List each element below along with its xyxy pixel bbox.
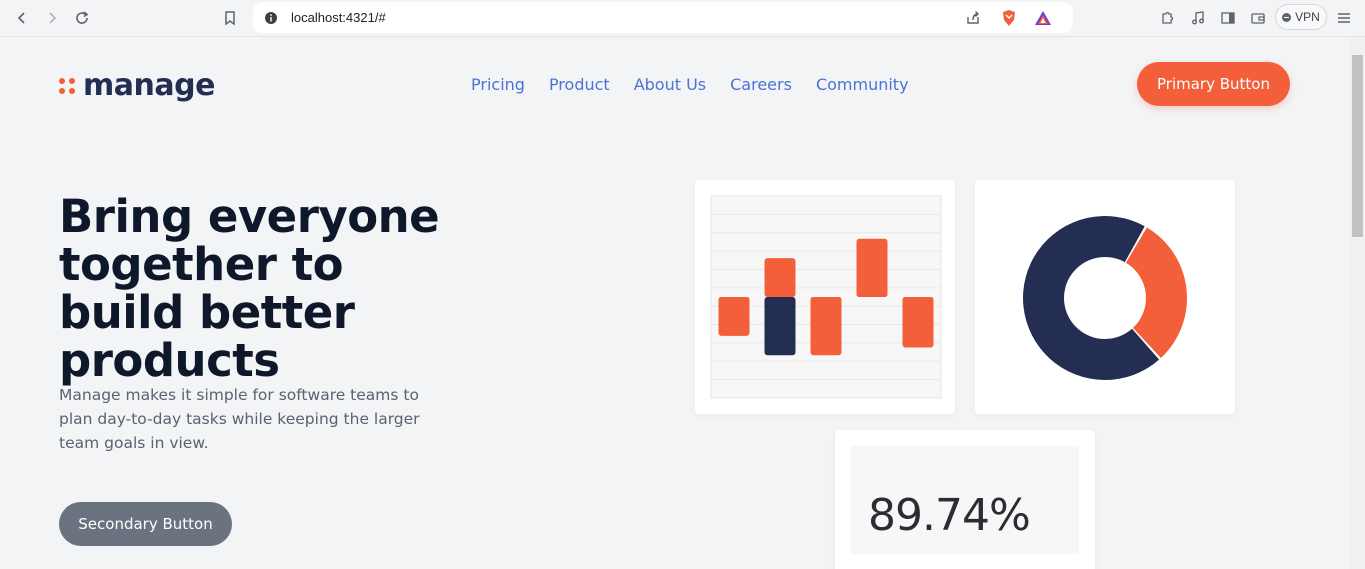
main-nav: Pricing Product About Us Careers Communi… <box>471 75 909 94</box>
nav-link-product[interactable]: Product <box>549 75 610 94</box>
address-bar[interactable]: localhost:4321/# <box>253 2 1073 33</box>
nav-link-about-us[interactable]: About Us <box>634 75 706 94</box>
donut-slice-1 <box>1023 216 1160 380</box>
stat-value: 89.74% <box>868 490 1031 541</box>
bookmark-icon[interactable] <box>218 6 242 30</box>
bar-chart <box>710 195 942 399</box>
url-text: localhost:4321/# <box>291 10 386 25</box>
hero-description: Manage makes it simple for software team… <box>59 386 420 452</box>
logo-mark-icon <box>59 77 75 94</box>
brave-rewards-icon[interactable] <box>1033 8 1053 28</box>
site-info-icon[interactable] <box>261 8 281 28</box>
donut-chart <box>1023 216 1187 380</box>
media-icon[interactable] <box>1186 6 1210 30</box>
stat-panel: 89.74% <box>851 446 1079 554</box>
donut-chart-card <box>975 180 1235 414</box>
share-icon[interactable] <box>963 8 983 28</box>
forward-icon[interactable] <box>40 6 64 30</box>
brave-shield-icon[interactable] <box>999 8 1019 28</box>
nav-link-careers[interactable]: Careers <box>730 75 792 94</box>
bar-chart-card <box>695 180 955 414</box>
vpn-button[interactable]: VPN <box>1275 4 1327 30</box>
page-scrollbar[interactable] <box>1350 38 1365 569</box>
logo-text: manage <box>83 68 215 103</box>
vpn-status-icon <box>1282 12 1292 22</box>
primary-button[interactable]: Primary Button <box>1137 62 1290 106</box>
stat-card: 89.74% <box>835 430 1095 569</box>
hero-title: Bring everyone together to build better … <box>59 190 440 387</box>
bar-2-series-1 <box>764 297 796 356</box>
site-logo[interactable]: manage <box>59 68 215 103</box>
nav-link-community[interactable]: Community <box>816 75 909 94</box>
vpn-label: VPN <box>1295 10 1320 24</box>
browser-toolbar: localhost:4321/# VPN <box>0 0 1365 37</box>
secondary-button[interactable]: Secondary Button <box>59 502 232 546</box>
reload-icon[interactable] <box>70 6 94 30</box>
back-icon[interactable] <box>10 6 34 30</box>
wallet-icon[interactable] <box>1246 6 1270 30</box>
bar-5-series-0 <box>902 297 934 348</box>
scrollbar-thumb[interactable] <box>1352 55 1363 237</box>
bar-4-series-0 <box>856 238 888 297</box>
nav-link-pricing[interactable]: Pricing <box>471 75 525 94</box>
bar-3-series-0 <box>810 297 842 356</box>
bar-1-series-0 <box>718 297 750 336</box>
sidebar-icon[interactable] <box>1216 6 1240 30</box>
bar-2-series-0 <box>764 258 796 297</box>
menu-icon[interactable] <box>1332 6 1356 30</box>
extensions-icon[interactable] <box>1155 6 1179 30</box>
